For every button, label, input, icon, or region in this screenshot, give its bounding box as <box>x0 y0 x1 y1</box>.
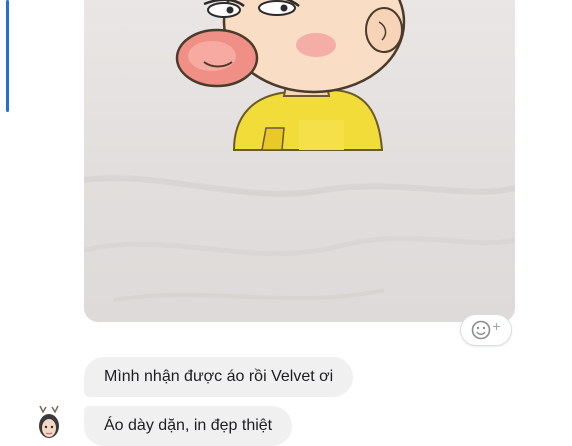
message-photo[interactable] <box>84 0 515 322</box>
tshirt-print-image <box>84 0 515 302</box>
sender-avatar[interactable] <box>34 404 64 444</box>
message-text: Mình nhận được áo rồi Velvet ơi <box>104 368 334 385</box>
plus-icon: + <box>492 318 501 334</box>
add-reaction-button[interactable]: + <box>460 314 512 346</box>
conversation-scrollbar[interactable] <box>6 0 9 112</box>
message-bubble[interactable]: Mình nhận được áo rồi Velvet ơi <box>84 357 354 397</box>
smiley-icon <box>472 320 491 340</box>
message-bubble[interactable]: Áo dày dặn, in đẹp thiệt <box>84 406 293 446</box>
message-text: Áo dày dặn, in đẹp thiệt <box>104 417 273 434</box>
